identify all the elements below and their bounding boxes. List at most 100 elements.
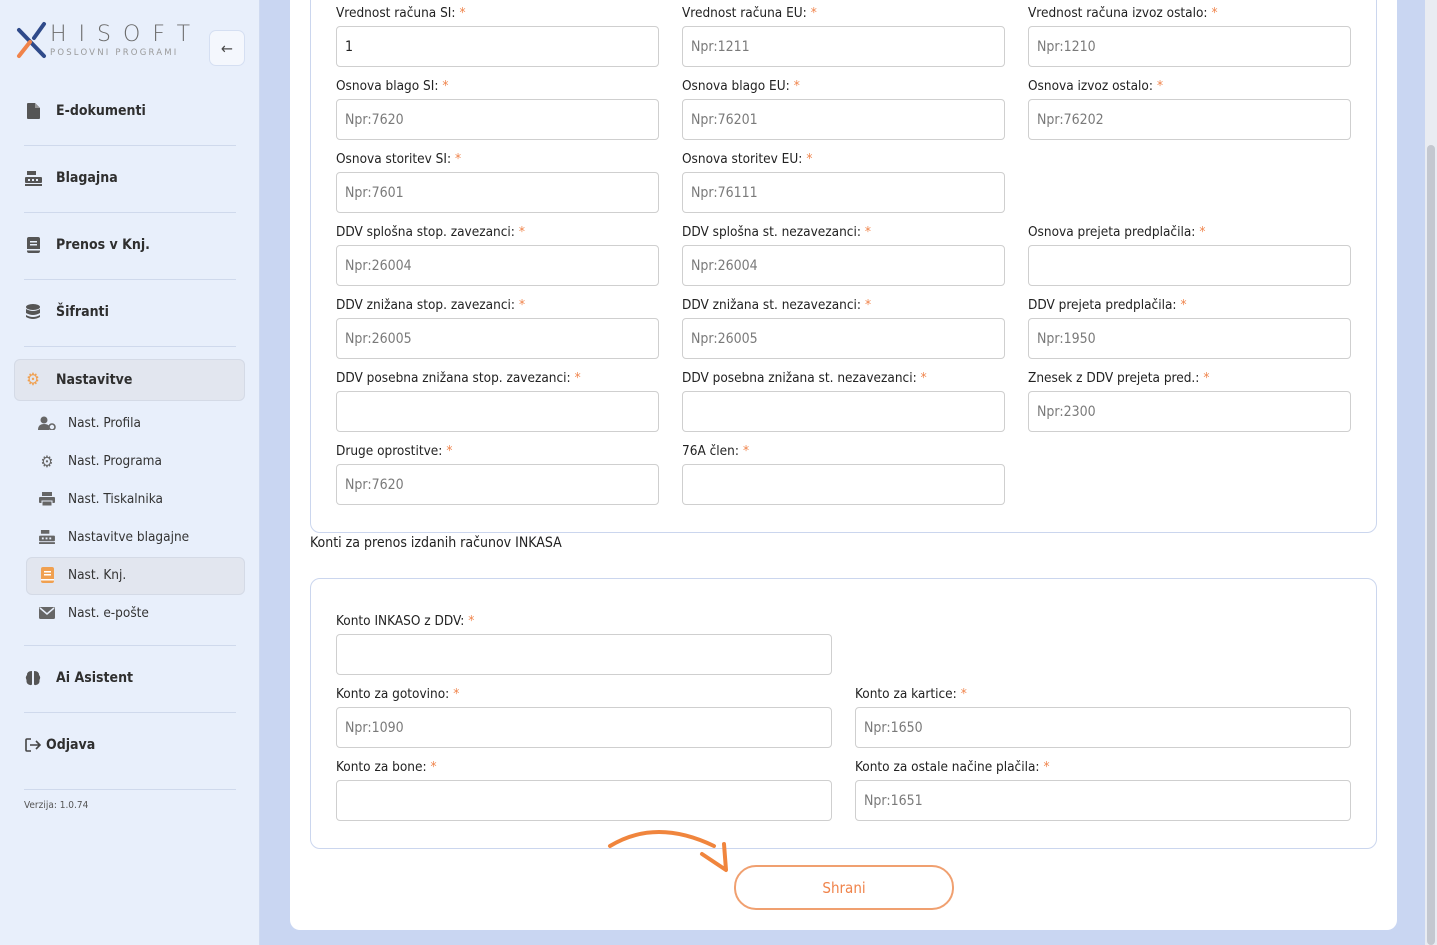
- form-field: Vrednost računa EU: *: [682, 3, 1005, 67]
- field-label: Znesek z DDV prejeta pred.: *: [1028, 370, 1210, 386]
- sidebar-item-label: Odjava: [46, 737, 96, 753]
- form-field: DDV splošna stop. zavezanci: *: [336, 222, 659, 286]
- form-field: 76A člen: *: [682, 441, 1005, 505]
- field-input[interactable]: [1028, 245, 1351, 286]
- field-input[interactable]: [1028, 318, 1351, 359]
- field-input[interactable]: [336, 172, 659, 213]
- sidebar-item-nastavitve[interactable]: ⚙ Nastavitve: [24, 365, 236, 395]
- sidebar-subitem-label: Nast. Tiskalnika: [68, 491, 163, 507]
- field-input[interactable]: [336, 318, 659, 359]
- scrollbar-thumb[interactable]: [1427, 145, 1435, 945]
- brain-icon: [24, 669, 42, 687]
- collapse-sidebar-button[interactable]: ←: [209, 30, 245, 66]
- field-input[interactable]: [336, 391, 659, 432]
- field-label: Konto za ostale načine plačila: *: [855, 759, 1050, 775]
- divider: [24, 212, 236, 213]
- logo[interactable]: HISOFT POSLOVNI PROGRAMI: [16, 20, 196, 62]
- field-label: DDV znižana stop. zavezanci: *: [336, 297, 526, 313]
- form-field: DDV posebna znižana st. nezavezanci: *: [682, 368, 1005, 432]
- field-input[interactable]: [1028, 391, 1351, 432]
- field-input[interactable]: [336, 464, 659, 505]
- sidebar-subitem-nast-tiskalnika[interactable]: Nast. Tiskalnika: [38, 486, 238, 512]
- field-input[interactable]: [682, 318, 1005, 359]
- form-field: Osnova prejeta predplačila: *: [1028, 222, 1351, 286]
- field-input[interactable]: [1028, 99, 1351, 140]
- field-input[interactable]: [336, 780, 832, 821]
- gear-icon: ⚙: [40, 451, 54, 471]
- field-input[interactable]: [855, 707, 1351, 748]
- scrollbar[interactable]: [1425, 0, 1437, 945]
- field-input[interactable]: [682, 391, 1005, 432]
- form-field: Osnova storitev SI: *: [336, 149, 659, 213]
- envelope-icon: [38, 604, 56, 622]
- save-button[interactable]: Shrani: [734, 865, 954, 910]
- field-input[interactable]: [336, 99, 659, 140]
- field-label: DDV posebna znižana stop. zavezanci: *: [336, 370, 581, 386]
- field-label: Konto za gotovino: *: [336, 686, 460, 702]
- divider: [24, 645, 236, 646]
- field-input[interactable]: [855, 780, 1351, 821]
- field-label: Osnova blago EU: *: [682, 78, 800, 94]
- form-field: Vrednost računa izvoz ostalo: *: [1028, 3, 1351, 67]
- brand-tagline: POSLOVNI PROGRAMI: [50, 48, 179, 58]
- sidebar-item-label: Prenos v Knj.: [56, 237, 150, 253]
- sidebar-item-sifranti[interactable]: Šifranti: [24, 297, 236, 327]
- field-input[interactable]: [1028, 26, 1351, 67]
- sidebar-subitem-label: Nast. Profila: [68, 415, 142, 431]
- sidebar-item-label: E-dokumenti: [56, 103, 146, 119]
- form-field: DDV splošna st. nezavezanci: *: [682, 222, 1005, 286]
- arrow-pointer-icon: [608, 830, 728, 872]
- form-field: DDV znižana stop. zavezanci: *: [336, 295, 659, 359]
- logout-icon: [24, 736, 42, 754]
- sidebar-item-label: Blagajna: [56, 170, 118, 186]
- field-label: DDV znižana st. nezavezanci: *: [682, 297, 872, 313]
- form-field: DDV znižana st. nezavezanci: *: [682, 295, 1005, 359]
- field-input[interactable]: [682, 172, 1005, 213]
- sidebar-subitem-nast-knj[interactable]: Nast. Knj.: [38, 562, 238, 588]
- sidebar-subitem-label: Nast. Programa: [68, 453, 162, 469]
- field-label: Vrednost računa izvoz ostalo: *: [1028, 5, 1218, 21]
- brand-name: HISOFT: [50, 22, 203, 47]
- form-field: Osnova blago SI: *: [336, 76, 659, 140]
- cash-register-icon: [38, 528, 56, 546]
- sidebar-item-prenos-v-knj[interactable]: Prenos v Knj.: [24, 230, 236, 260]
- sidebar-item-ai-asistent[interactable]: Ai Asistent: [24, 663, 236, 693]
- field-label: DDV posebna znižana st. nezavezanci: *: [682, 370, 927, 386]
- gear-icon: ⚙: [26, 370, 40, 390]
- sidebar-item-e-dokumenti[interactable]: E-dokumenti: [24, 96, 236, 126]
- form-field: Druge oprostitve: *: [336, 441, 659, 505]
- hisoft-logo-icon: [17, 22, 46, 58]
- field-label: DDV prejeta predplačila: *: [1028, 297, 1187, 313]
- sidebar-item-blagajna[interactable]: Blagajna: [24, 163, 236, 193]
- field-input[interactable]: [336, 245, 659, 286]
- book-icon: [38, 566, 56, 584]
- field-label: Osnova storitev EU: *: [682, 151, 813, 167]
- printer-icon: [38, 490, 56, 508]
- field-input[interactable]: [682, 26, 1005, 67]
- field-input[interactable]: [336, 634, 832, 675]
- sidebar-subitem-nast-programa[interactable]: ⚙ Nast. Programa: [38, 448, 238, 474]
- sidebar-subitem-nast-profila[interactable]: Nast. Profila: [38, 410, 238, 436]
- field-input[interactable]: [682, 245, 1005, 286]
- sidebar-subitem-nastavitve-blagajne[interactable]: Nastavitve blagajne: [38, 524, 238, 550]
- inkasa-section-title: Konti za prenos izdanih računov INKASA: [310, 535, 562, 551]
- form-field: Osnova storitev EU: *: [682, 149, 1005, 213]
- field-label: Druge oprostitve: *: [336, 443, 453, 459]
- sidebar: HISOFT POSLOVNI PROGRAMI ← E-dokumenti B…: [0, 0, 260, 945]
- field-input[interactable]: [336, 707, 832, 748]
- form-field: Konto za kartice: *: [855, 684, 1351, 748]
- form-field: DDV posebna znižana stop. zavezanci: *: [336, 368, 659, 432]
- field-input[interactable]: [336, 26, 659, 67]
- divider: [24, 712, 236, 713]
- field-input[interactable]: [682, 99, 1005, 140]
- sidebar-subitem-nast-e-poste[interactable]: Nast. e-pošte: [38, 600, 238, 626]
- field-label: Vrednost računa EU: *: [682, 5, 817, 21]
- field-label: Vrednost računa SI: *: [336, 5, 466, 21]
- field-input[interactable]: [682, 464, 1005, 505]
- arrow-left-icon: ←: [220, 38, 234, 58]
- sidebar-item-label: Nastavitve: [56, 372, 133, 388]
- sidebar-item-odjava[interactable]: Odjava: [24, 730, 236, 760]
- version-label: Verzija: 1.0.74: [24, 800, 89, 811]
- field-label: Osnova blago SI: *: [336, 78, 449, 94]
- form-field: Konto za ostale načine plačila: *: [855, 757, 1351, 821]
